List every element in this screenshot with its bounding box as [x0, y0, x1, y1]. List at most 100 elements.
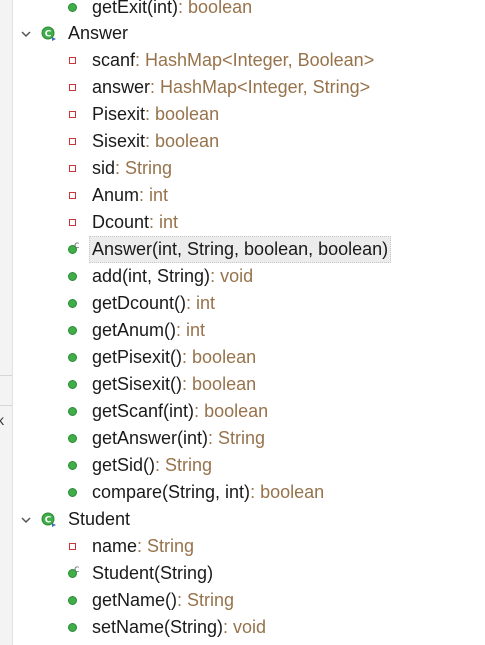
member-name: getAnum() [92, 320, 177, 340]
member-name: Anum [92, 185, 140, 205]
tree-member-row[interactable]: getAnum() : int [12, 317, 485, 344]
member-label[interactable]: sid : String [89, 155, 175, 182]
tree-member-row[interactable]: name : String [12, 533, 485, 560]
member-type: : boolean [194, 401, 269, 421]
member-label[interactable]: Student(String) [89, 560, 216, 587]
member-type: : boolean [178, 0, 253, 17]
private-field-icon [65, 54, 79, 68]
public-method-icon [65, 594, 79, 608]
member-label[interactable]: name : String [89, 533, 197, 560]
tree-member-row[interactable]: Anum : int [12, 182, 485, 209]
constructor-icon: c [65, 564, 80, 581]
member-name: getExit(int) [92, 0, 179, 17]
tree-member-row[interactable]: getExit(int) : boolean [12, 0, 485, 21]
member-label[interactable]: scanf : HashMap<Integer, Boolean> [89, 47, 377, 74]
member-label[interactable]: getSid() : String [89, 452, 215, 479]
member-label[interactable]: compare(String, int) : boolean [89, 479, 327, 506]
member-label[interactable]: Answer(int, String, boolean, boolean) [89, 236, 392, 263]
tree-class-row[interactable]: C Student [12, 506, 485, 533]
member-name: getSid() [92, 455, 156, 475]
class-icon: C [41, 512, 57, 528]
public-method-icon [65, 1, 79, 15]
tree-member-row[interactable]: getName() : String [12, 587, 485, 614]
member-label[interactable]: Pisexit : boolean [89, 101, 222, 128]
member-label[interactable]: Sisexit : boolean [89, 128, 222, 155]
member-name: answer [92, 77, 151, 97]
member-name: Student(String) [92, 563, 214, 583]
tree-member-row[interactable]: getSid() : String [12, 452, 485, 479]
panel-divider [0, 375, 12, 376]
member-label[interactable]: getDcount() : int [89, 290, 218, 317]
constructor-icon: c [65, 240, 80, 257]
clipped-panel-text: k [0, 412, 4, 428]
class-name: Answer [68, 23, 129, 43]
public-method-icon [65, 270, 79, 284]
class-name: Student [68, 509, 131, 529]
member-type: : HashMap<Integer, Boolean> [135, 50, 375, 70]
tree-member-row[interactable]: getScanf(int) : boolean [12, 398, 485, 425]
tree-class-row[interactable]: C Answer [12, 20, 485, 47]
tree-member-row[interactable]: sid : String [12, 155, 485, 182]
member-type: : boolean [145, 131, 220, 151]
tree-member-row[interactable]: answer : HashMap<Integer, String> [12, 74, 485, 101]
member-type: : int [186, 293, 216, 313]
tree-member-row[interactable]: getSisexit() : boolean [12, 371, 485, 398]
member-label[interactable]: getAnswer(int) : String [89, 425, 268, 452]
member-type: : int [176, 320, 206, 340]
member-label[interactable]: Dcount : int [89, 209, 181, 236]
member-label[interactable]: Anum : int [89, 182, 171, 209]
member-label[interactable]: getSisexit() : boolean [89, 371, 259, 398]
member-label[interactable]: getAnum() : int [89, 317, 208, 344]
svg-text:C: C [45, 515, 52, 525]
member-name: compare(String, int) [92, 482, 251, 502]
class-icon: C [41, 26, 57, 42]
chevron-down-icon[interactable] [19, 27, 33, 41]
tree-member-row[interactable]: getDcount() : int [12, 290, 485, 317]
public-method-icon [65, 297, 79, 311]
tree-member-row[interactable]: compare(String, int) : boolean [12, 479, 485, 506]
tree-member-row[interactable]: Dcount : int [12, 209, 485, 236]
private-field-icon [65, 162, 79, 176]
tree-member-row[interactable]: Sisexit : boolean [12, 128, 485, 155]
member-name: Dcount [92, 212, 150, 232]
member-label[interactable]: getName() : String [89, 587, 237, 614]
public-method-icon [65, 351, 79, 365]
class-label[interactable]: Answer [65, 20, 131, 47]
member-name: Pisexit [92, 104, 146, 124]
tree-member-row[interactable]: c Answer(int, String, boolean, boolean) [12, 236, 485, 263]
member-type: : void [223, 617, 267, 637]
member-label[interactable]: getScanf(int) : boolean [89, 398, 271, 425]
member-type: : String [177, 590, 235, 610]
chevron-down-icon[interactable] [19, 513, 33, 527]
member-name: getDcount() [92, 293, 187, 313]
public-method-icon [65, 378, 79, 392]
member-label[interactable]: add(int, String) : void [89, 263, 256, 290]
member-type: : String [115, 158, 173, 178]
panel-divider [0, 405, 12, 406]
private-field-icon [65, 540, 79, 554]
tree-member-row[interactable]: c Student(String) [12, 560, 485, 587]
tree-member-row[interactable]: setName(String) : void [12, 614, 485, 641]
tree-member-row[interactable]: getPisexit() : boolean [12, 344, 485, 371]
tree-member-row[interactable]: scanf : HashMap<Integer, Boolean> [12, 47, 485, 74]
public-method-icon [65, 324, 79, 338]
outline-tree[interactable]: getExit(int) : boolean C Answer scanf : Ha… [12, 0, 485, 645]
member-label[interactable]: setName(String) : void [89, 614, 269, 641]
member-type: : String [155, 455, 213, 475]
tree-member-row[interactable]: Pisexit : boolean [12, 101, 485, 128]
member-name: getSisexit() [92, 374, 183, 394]
member-label[interactable]: getPisexit() : boolean [89, 344, 259, 371]
member-name: Sisexit [92, 131, 146, 151]
private-field-icon [65, 135, 79, 149]
private-field-icon [65, 189, 79, 203]
tree-member-row[interactable]: add(int, String) : void [12, 263, 485, 290]
member-label[interactable]: getExit(int) : boolean [89, 0, 255, 21]
public-method-icon [65, 486, 79, 500]
member-name: name [92, 536, 138, 556]
public-method-icon [65, 621, 79, 635]
tree-member-row[interactable]: getAnswer(int) : String [12, 425, 485, 452]
member-type: : boolean [182, 374, 257, 394]
private-field-icon [65, 108, 79, 122]
member-label[interactable]: answer : HashMap<Integer, String> [89, 74, 373, 101]
class-label[interactable]: Student [65, 506, 133, 533]
